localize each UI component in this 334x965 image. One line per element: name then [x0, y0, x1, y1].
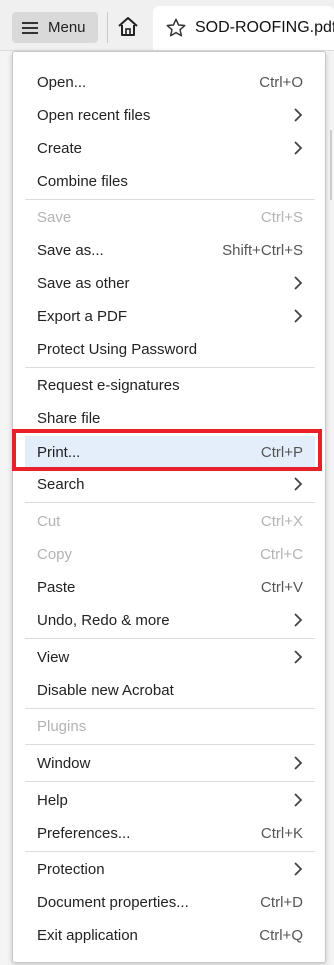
menu-item-search[interactable]: Search — [25, 468, 315, 500]
menu-dropdown: Open... Ctrl+O Open recent files Create … — [12, 51, 326, 963]
menu-divider — [25, 851, 315, 852]
menu-item-label: Cut — [37, 512, 61, 530]
hamburger-icon — [22, 21, 38, 34]
menu-item-shortcut: Ctrl+K — [260, 824, 303, 842]
menu-item-save: Save Ctrl+S — [25, 201, 315, 233]
menu-divider — [25, 367, 315, 368]
menu-item-label: Request e-signatures — [37, 376, 180, 394]
top-toolbar: Menu SOD-ROOFING.pdf — [0, 0, 334, 51]
menu-item-help[interactable]: Help — [25, 784, 315, 816]
menu-item-open-recent-files[interactable]: Open recent files — [25, 99, 315, 131]
document-tab-title: SOD-ROOFING.pdf — [195, 19, 334, 36]
menu-item-exit-application[interactable]: Exit application Ctrl+Q — [25, 919, 315, 951]
menu-item-open[interactable]: Open... Ctrl+O — [25, 66, 315, 98]
menu-item-shortcut: Ctrl+O — [259, 73, 303, 91]
menu-item-label: Save as other — [37, 274, 130, 292]
menu-item-label: Protect Using Password — [37, 340, 198, 358]
menu-item-label: Exit application — [37, 926, 138, 944]
menu-item-combine-files[interactable]: Combine files — [25, 165, 315, 197]
menu-item-label: Undo, Redo & more — [37, 611, 170, 629]
menu-item-label: Search — [37, 475, 85, 493]
home-icon[interactable] — [116, 15, 140, 39]
menu-item-disable-new-acrobat[interactable]: Disable new Acrobat — [25, 674, 315, 706]
menu-divider — [25, 708, 315, 709]
menu-item-shortcut: Shift+Ctrl+S — [222, 241, 303, 259]
menu-item-view[interactable]: View — [25, 641, 315, 673]
menu-item-shortcut: Ctrl+S — [260, 208, 303, 226]
menu-item-save-as[interactable]: Save as... Shift+Ctrl+S — [25, 234, 315, 266]
document-tab[interactable]: SOD-ROOFING.pdf — [153, 6, 334, 50]
chevron-right-icon — [294, 108, 303, 122]
menu-divider — [25, 781, 315, 782]
menu-divider — [25, 502, 315, 503]
menu-item-label: Disable new Acrobat — [37, 681, 174, 699]
menu-item-label: Paste — [37, 578, 76, 596]
menu-item-label: Export a PDF — [37, 307, 128, 325]
chevron-right-icon — [294, 862, 303, 876]
menu-item-save-as-other[interactable]: Save as other — [25, 267, 315, 299]
menu-item-label: Open... — [37, 73, 87, 91]
menu-item-label: Share file — [37, 409, 101, 427]
menu-item-shortcut: Ctrl+D — [260, 893, 303, 911]
menu-item-protection[interactable]: Protection — [25, 853, 315, 885]
chevron-right-icon — [294, 276, 303, 290]
menu-item-request-e-signatures[interactable]: Request e-signatures — [25, 369, 315, 401]
chevron-right-icon — [294, 477, 303, 491]
chevron-right-icon — [294, 141, 303, 155]
menu-item-preferences[interactable]: Preferences... Ctrl+K — [25, 817, 315, 849]
menu-item-label: Preferences... — [37, 824, 131, 842]
menu-item-label: Protection — [37, 860, 105, 878]
menu-item-label: Window — [37, 754, 91, 772]
menu-item-label: Plugins — [37, 717, 87, 735]
background-edge — [330, 130, 332, 200]
menu-item-protect-using-password[interactable]: Protect Using Password — [25, 333, 315, 365]
chevron-right-icon — [294, 650, 303, 664]
menu-divider — [25, 199, 315, 200]
menu-item-paste[interactable]: Paste Ctrl+V — [25, 571, 315, 603]
menu-item-label: Copy — [37, 545, 73, 563]
menu-item-shortcut: Ctrl+X — [260, 512, 303, 530]
chevron-right-icon — [294, 613, 303, 627]
toolbar-divider — [107, 12, 108, 43]
menu-divider — [25, 744, 315, 745]
menu-item-plugins: Plugins — [25, 710, 315, 742]
menu-item-copy: Copy Ctrl+C — [25, 538, 315, 570]
menu-item-window[interactable]: Window — [25, 747, 315, 779]
annotation-highlight-box — [12, 429, 322, 471]
menu-item-label: View — [37, 648, 70, 666]
menu-button[interactable]: Menu — [12, 12, 98, 43]
menu-item-undo-redo-more[interactable]: Undo, Redo & more — [25, 604, 315, 636]
menu-item-label: Open recent files — [37, 106, 151, 124]
menu-item-label: Combine files — [37, 172, 128, 190]
menu-item-cut: Cut Ctrl+X — [25, 505, 315, 537]
menu-item-label: Save — [37, 208, 72, 226]
menu-item-create[interactable]: Create — [25, 132, 315, 164]
star-icon[interactable] — [165, 17, 187, 39]
menu-item-label: Document properties... — [37, 893, 189, 911]
menu-divider — [25, 638, 315, 639]
menu-item-label: Save as... — [37, 241, 104, 259]
menu-item-label: Help — [37, 791, 68, 809]
menu-item-shortcut: Ctrl+C — [260, 545, 303, 563]
chevron-right-icon — [294, 793, 303, 807]
menu-item-document-properties[interactable]: Document properties... Ctrl+D — [25, 886, 315, 918]
menu-button-label: Menu — [48, 19, 86, 36]
menu-item-shortcut: Ctrl+Q — [259, 926, 303, 944]
menu-item-export-pdf[interactable]: Export a PDF — [25, 300, 315, 332]
chevron-right-icon — [294, 309, 303, 323]
menu-item-label: Create — [37, 139, 83, 157]
chevron-right-icon — [294, 756, 303, 770]
menu-item-shortcut: Ctrl+V — [260, 578, 303, 596]
